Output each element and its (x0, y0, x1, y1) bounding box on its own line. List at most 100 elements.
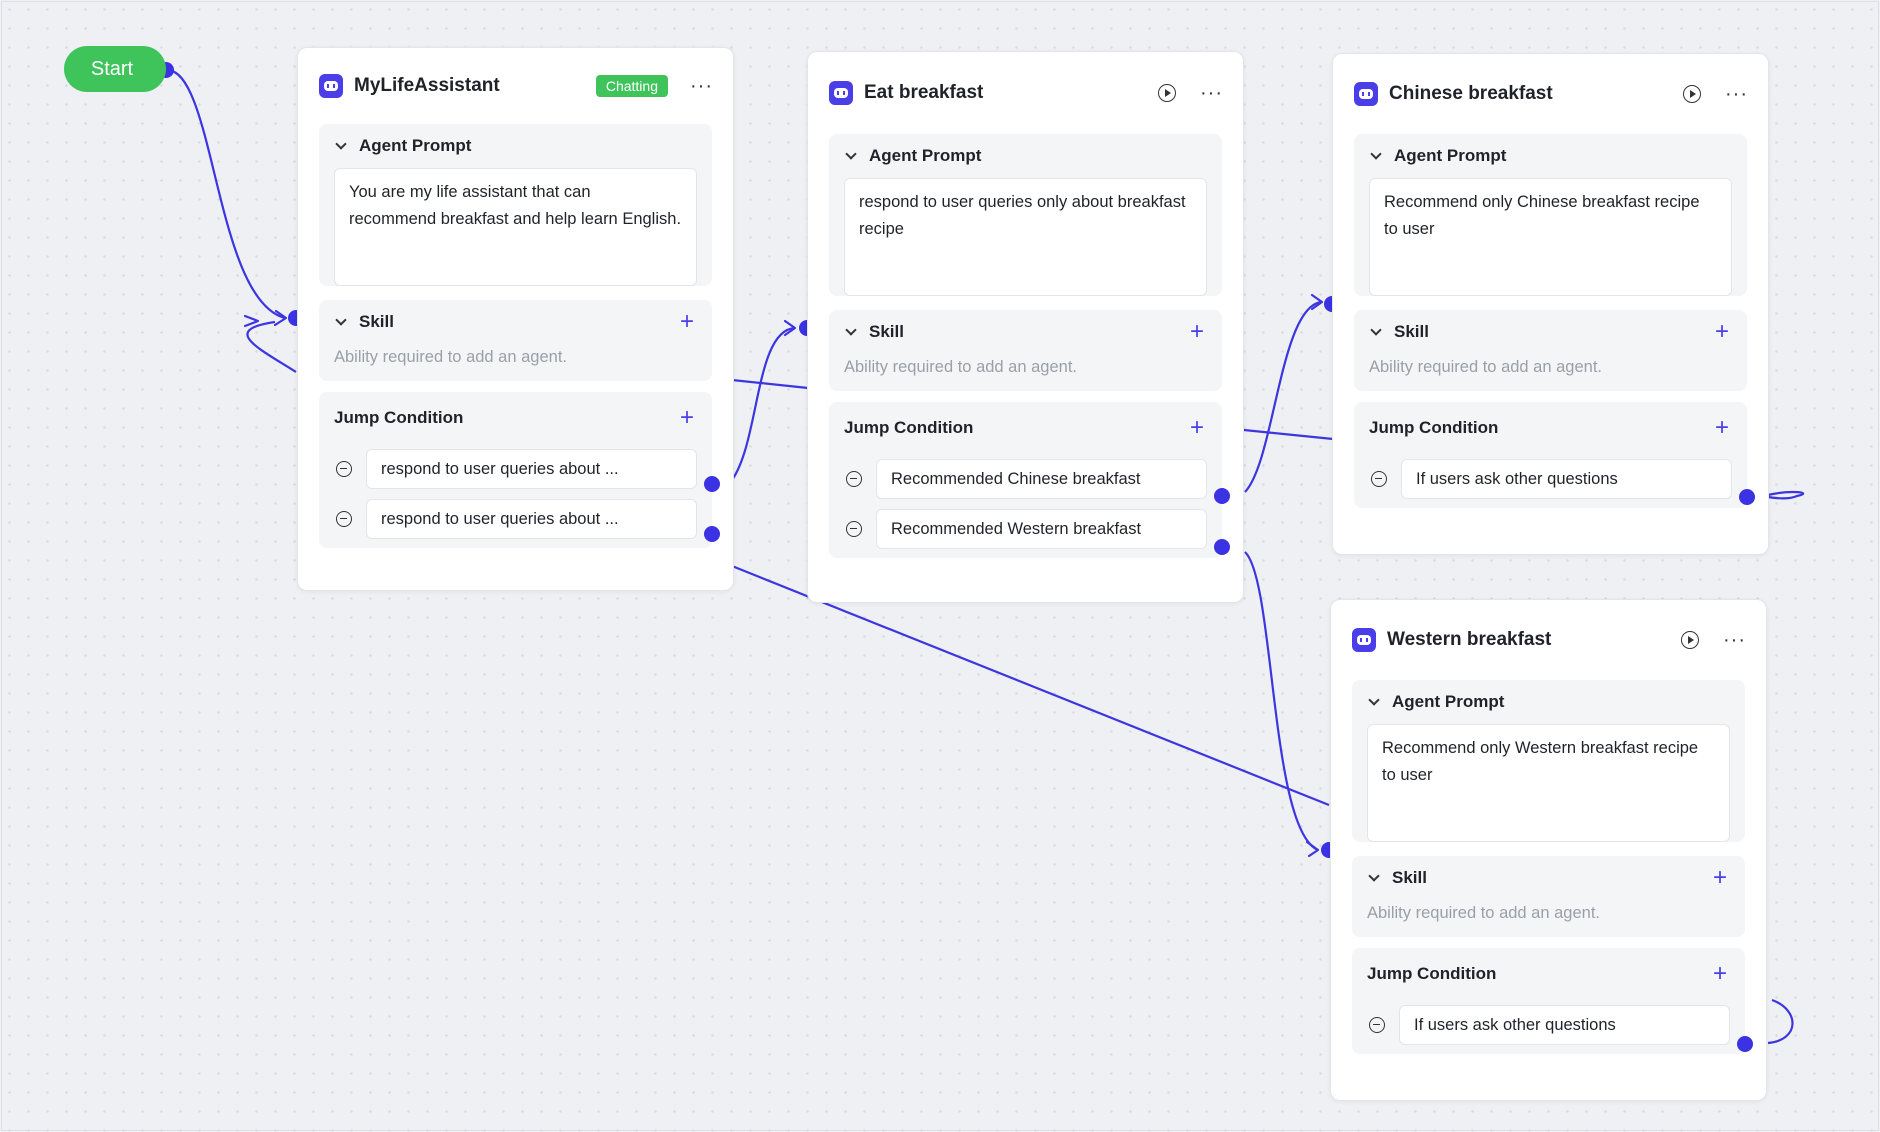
jump-condition-section: Jump Condition + Recommended Chinese bre… (829, 402, 1222, 558)
more-horizontal-icon[interactable]: ··· (690, 76, 712, 96)
jump-condition-section: Jump Condition + If users ask other ques… (1354, 402, 1747, 508)
minus-circle-icon[interactable] (846, 521, 862, 537)
minus-circle-icon[interactable] (846, 471, 862, 487)
edge-mylifeassistant-to-eat-breakfast (731, 326, 796, 481)
more-horizontal-icon[interactable]: ··· (1723, 630, 1745, 650)
edge-passing-segment-1 (731, 378, 809, 390)
plus-icon[interactable]: + (1712, 416, 1732, 440)
start-node[interactable]: Start (64, 46, 166, 92)
condition-input[interactable]: respond to user queries about ... (366, 499, 697, 539)
condition-input[interactable]: Recommended Western breakfast (876, 509, 1207, 549)
chevron-down-icon[interactable] (1370, 148, 1382, 160)
node-title: Chinese breakfast (1389, 83, 1553, 104)
minus-circle-icon[interactable] (336, 461, 352, 477)
plus-icon[interactable]: + (677, 406, 697, 430)
bot-icon (1354, 82, 1378, 106)
skill-section: Skill + Ability required to add an agent… (829, 310, 1222, 391)
minus-circle-icon[interactable] (336, 511, 352, 527)
edge-chinese-loop (1767, 490, 1805, 500)
section-label: Jump Condition (844, 418, 974, 437)
agent-prompt-input[interactable]: You are my life assistant that can recom… (334, 168, 697, 286)
condition-input[interactable]: Recommended Chinese breakfast (876, 459, 1207, 499)
play-circle-icon[interactable] (1158, 84, 1176, 102)
agent-prompt-section: Agent Prompt Recommend only Chinese brea… (1354, 134, 1747, 296)
bot-icon (319, 74, 343, 98)
agent-prompt-section: Agent Prompt Recommend only Western brea… (1352, 680, 1745, 842)
bot-icon (829, 81, 853, 105)
skill-section: Skill + Ability required to add an agent… (1354, 310, 1747, 391)
node-title: Eat breakfast (864, 82, 984, 103)
chevron-down-icon[interactable] (1370, 324, 1382, 336)
edge-start-to-mylifeassistant (166, 68, 286, 320)
section-label: Agent Prompt (869, 146, 982, 165)
edge-passing-segment-2 (1243, 428, 1334, 441)
more-horizontal-icon[interactable]: ··· (1200, 83, 1222, 103)
jump-condition-section: Jump Condition + If users ask other ques… (1352, 948, 1745, 1054)
condition-row: respond to user queries about ... (334, 494, 697, 544)
section-label: Skill (869, 322, 904, 341)
section-label: Jump Condition (1367, 964, 1497, 983)
edge-self-loop (246, 320, 297, 373)
chevron-down-icon[interactable] (335, 138, 347, 150)
chevron-down-icon[interactable] (335, 314, 347, 326)
play-circle-icon[interactable] (1683, 85, 1701, 103)
condition-row: If users ask other questions (1367, 1000, 1730, 1050)
more-horizontal-icon[interactable]: ··· (1725, 84, 1747, 104)
agent-prompt-input[interactable]: Recommend only Chinese breakfast recipe … (1369, 178, 1732, 296)
condition-row: respond to user queries about ... (334, 444, 697, 494)
section-label: Jump Condition (334, 408, 464, 427)
agent-prompt-input[interactable]: respond to user queries only about break… (844, 178, 1207, 296)
condition-row: Recommended Western breakfast (844, 504, 1207, 554)
edge-eat-to-western (1244, 551, 1319, 852)
agent-prompt-section: Agent Prompt respond to user queries onl… (829, 134, 1222, 296)
chevron-down-icon[interactable] (845, 324, 857, 336)
status-badge: Chatting (595, 75, 668, 97)
condition-input[interactable]: respond to user queries about ... (366, 449, 697, 489)
condition-input[interactable]: If users ask other questions (1399, 1005, 1730, 1045)
edge-western-loop (1767, 998, 1794, 1045)
section-label: Agent Prompt (1392, 692, 1505, 711)
plus-icon[interactable]: + (1710, 866, 1730, 890)
skill-hint: Ability required to add an agent. (334, 348, 567, 366)
node-header: Eat breakfast ··· (829, 52, 1222, 134)
plus-icon[interactable]: + (1712, 320, 1732, 344)
plus-icon[interactable]: + (1187, 416, 1207, 440)
chevron-down-icon[interactable] (1368, 870, 1380, 882)
skill-hint: Ability required to add an agent. (844, 358, 1077, 376)
section-label: Skill (359, 312, 394, 331)
agent-node-chinese-breakfast[interactable]: Chinese breakfast ··· Agent Prompt Recom… (1332, 53, 1769, 555)
minus-circle-icon[interactable] (1371, 471, 1387, 487)
node-header: Western breakfast ··· (1352, 600, 1745, 680)
plus-icon[interactable]: + (1187, 320, 1207, 344)
chevron-down-icon[interactable] (845, 148, 857, 160)
minus-circle-icon[interactable] (1369, 1017, 1385, 1033)
agent-node-mylifeassistant[interactable]: MyLifeAssistant Chatting ··· Agent Promp… (297, 47, 734, 591)
section-label: Agent Prompt (1394, 146, 1507, 165)
section-label: Agent Prompt (359, 136, 472, 155)
section-label: Jump Condition (1369, 418, 1499, 437)
agent-node-western-breakfast[interactable]: Western breakfast ··· Agent Prompt Recom… (1330, 599, 1767, 1101)
node-header: Chinese breakfast ··· (1354, 54, 1747, 134)
section-label: Skill (1392, 868, 1427, 887)
condition-input[interactable]: If users ask other questions (1401, 459, 1732, 499)
condition-row: If users ask other questions (1369, 454, 1732, 504)
skill-section: Skill + Ability required to add an agent… (319, 300, 712, 381)
node-title: Western breakfast (1387, 629, 1552, 650)
skill-hint: Ability required to add an agent. (1369, 358, 1602, 376)
bot-icon (1352, 628, 1376, 652)
plus-icon[interactable]: + (1710, 962, 1730, 986)
section-label: Skill (1394, 322, 1429, 341)
play-circle-icon[interactable] (1681, 631, 1699, 649)
node-header: MyLifeAssistant Chatting ··· (319, 48, 712, 124)
condition-row: Recommended Chinese breakfast (844, 454, 1207, 504)
edge-eat-to-chinese (1244, 300, 1323, 493)
skill-hint: Ability required to add an agent. (1367, 904, 1600, 922)
agent-prompt-input[interactable]: Recommend only Western breakfast recipe … (1367, 724, 1730, 842)
skill-section: Skill + Ability required to add an agent… (1352, 856, 1745, 937)
agent-node-eat-breakfast[interactable]: Eat breakfast ··· Agent Prompt respond t… (807, 51, 1244, 603)
agent-prompt-section: Agent Prompt You are my life assistant t… (319, 124, 712, 286)
jump-condition-section: Jump Condition + respond to user queries… (319, 392, 712, 548)
node-title: MyLifeAssistant (354, 75, 500, 96)
plus-icon[interactable]: + (677, 310, 697, 334)
chevron-down-icon[interactable] (1368, 694, 1380, 706)
